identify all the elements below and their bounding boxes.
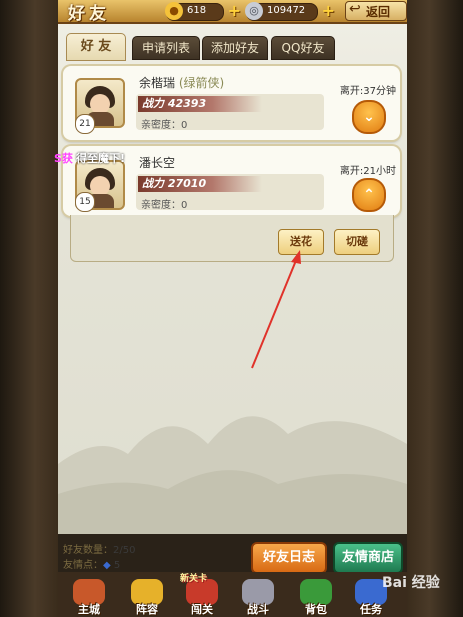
intimacy-value: 亲密度：0 [141, 200, 188, 211]
chat-message: 得至魔下! [76, 152, 126, 165]
friend-log-button[interactable]: 好友日志 [251, 542, 327, 574]
add-gold-button[interactable]: + [228, 1, 241, 20]
nav-battle[interactable]: 战斗 [232, 577, 284, 617]
right-frame [407, 0, 463, 617]
nav-lineup[interactable]: 阵容 [121, 577, 173, 617]
add-silver-button[interactable]: + [322, 1, 335, 20]
send-flower-button[interactable]: 送花 [278, 229, 324, 255]
tab-friends[interactable]: 好 友 [66, 33, 126, 61]
friendship-points: 友情点：◆ 5 [63, 560, 121, 571]
nav-stages[interactable]: 新关卡 闯关 [176, 574, 228, 617]
expand-chevron-down-icon[interactable]: ⌄ [352, 100, 386, 134]
tab-add-friend[interactable]: 添加好友 [202, 36, 268, 60]
back-arrow-icon: ↩ [349, 1, 361, 17]
nav-main-city[interactable]: 主城 [63, 577, 115, 617]
silver-coin-icon: ◎ [245, 2, 263, 20]
level-badge: 21 [75, 114, 95, 134]
tab-qq-friends[interactable]: QQ好友 [271, 36, 335, 60]
top-bar: 好友 ● 618 + ◎ 109472 + ↩ 返回 [58, 0, 407, 24]
silver-value: 109472 [267, 5, 306, 16]
new-stage-badge: 新关卡 [180, 574, 208, 584]
combat-power: 战力 42393 [138, 96, 262, 112]
intimacy-value: 亲密度：0 [141, 120, 188, 131]
last-online: 离开:21小时 [339, 166, 396, 177]
watermark: Bai 经验 [382, 575, 440, 591]
collapse-chevron-up-icon[interactable]: ⌃ [352, 178, 386, 212]
gold-coin-icon: ● [165, 2, 183, 20]
level-badge: 15 [75, 192, 95, 212]
left-frame [0, 0, 58, 617]
chat-prefix: S获 [54, 152, 73, 165]
spar-button[interactable]: 切磋 [334, 229, 380, 255]
friendship-shop-button[interactable]: 友情商店 [333, 542, 403, 574]
tab-requests[interactable]: 申请列表 [132, 36, 200, 60]
nav-bag[interactable]: 背包 [290, 577, 342, 617]
combat-power: 战力 27010 [138, 176, 262, 192]
silver-counter: ◎ 109472 + [245, 1, 335, 21]
friend-card[interactable]: 21 余楷瑞 (绿箭侠) 战力 42393 亲密度：0 离开:37分钟 ⌄ [63, 66, 400, 140]
gold-counter: ● 618 + [165, 1, 241, 21]
friend-count: 好友数量：2/50 [63, 545, 136, 556]
page-title: 好友 [68, 4, 110, 24]
friend-actions: 送花 切磋 [70, 215, 394, 262]
back-button[interactable]: ↩ 返回 [345, 1, 407, 21]
last-online: 离开:37分钟 [339, 86, 396, 97]
gold-value: 618 [187, 5, 207, 16]
back-label: 返回 [366, 5, 391, 19]
friend-name: 余楷瑞 (绿箭侠) [139, 76, 225, 90]
background-mountains [58, 416, 407, 534]
heart-gem-icon: ◆ [103, 560, 111, 571]
friend-name: 潘长空 [139, 156, 176, 170]
